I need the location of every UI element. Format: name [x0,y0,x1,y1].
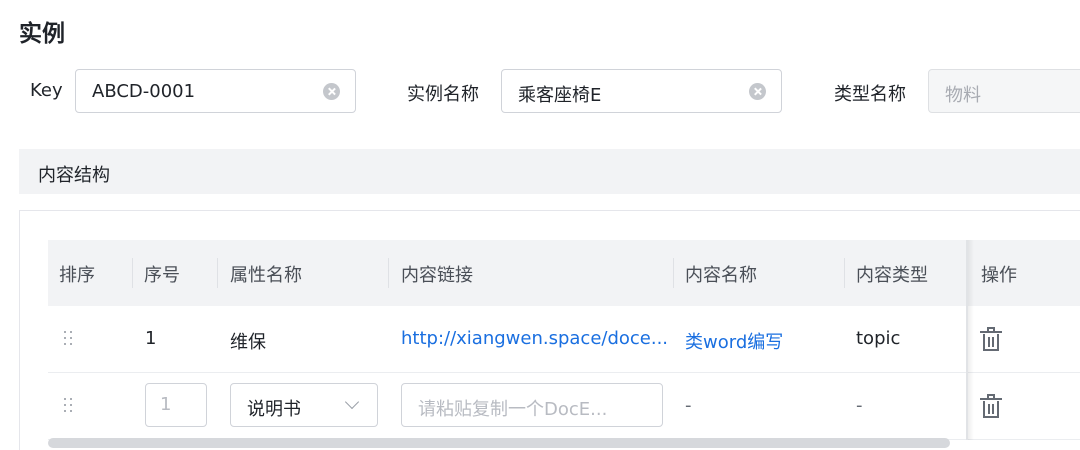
chevron-down-icon [344,394,360,410]
column-divider [673,258,674,288]
index-input[interactable]: 1 [145,383,207,427]
attribute-select[interactable]: 说明书 [230,383,378,427]
type-name-input: 物料 [928,69,1080,113]
clear-icon[interactable] [323,83,340,100]
instance-name-label: 实例名称 [407,84,479,105]
row-attribute: 维保 [230,332,266,353]
index-input-placeholder: 1 [160,394,172,415]
delete-icon[interactable] [980,327,1002,351]
table-row: 1 维保 http://xiangwen.space/doce... 类word… [48,306,1080,373]
row-content-name-link[interactable]: 类word编写 [685,328,783,354]
column-header-link: 内容链接 [401,265,473,286]
row-content-type: topic [856,328,901,349]
clear-icon[interactable] [749,83,766,100]
type-name-value: 物料 [945,85,981,106]
column-header-attribute: 属性名称 [230,265,302,286]
column-header-actions: 操作 [981,265,1017,286]
column-divider [132,258,133,288]
link-input-placeholder: 请粘贴复制一个DocE... [418,399,608,420]
table-header: 排序 序号 属性名称 内容链接 内容名称 内容类型 操作 [48,240,1080,306]
link-input[interactable]: 请粘贴复制一个DocE... [401,383,663,427]
key-label: Key [30,80,63,101]
fixed-column-divider [966,240,968,440]
column-header-sort: 排序 [59,265,95,286]
column-divider [844,258,845,288]
delete-icon[interactable] [980,394,1002,418]
column-header-content-type: 内容类型 [856,265,928,286]
attribute-select-value: 说明书 [247,399,301,420]
row-index: 1 [145,328,157,349]
column-header-content-name: 内容名称 [685,265,757,286]
table-row-new: 1 说明书 请粘贴复制一个DocE... - - [48,373,1080,440]
drag-handle-icon[interactable] [64,331,74,347]
row-content-name: - [685,395,692,416]
instance-name-input[interactable]: 乘客座椅E [501,69,782,113]
column-divider [388,258,389,288]
type-name-label: 类型名称 [834,84,906,105]
row-content-link[interactable]: http://xiangwen.space/doce... [401,328,668,349]
row-content-type: - [856,395,863,416]
section-title: 内容结构 [38,165,110,186]
key-input[interactable]: ABCD-0001 [75,69,356,113]
column-header-index: 序号 [144,265,180,286]
drag-handle-icon[interactable] [64,398,74,414]
column-divider [217,258,218,288]
section-header: 内容结构 [19,149,1080,194]
page-title: 实例 [19,21,65,47]
instance-name-value: 乘客座椅E [518,85,602,106]
horizontal-scrollbar[interactable] [48,438,950,448]
key-input-value: ABCD-0001 [92,81,196,102]
